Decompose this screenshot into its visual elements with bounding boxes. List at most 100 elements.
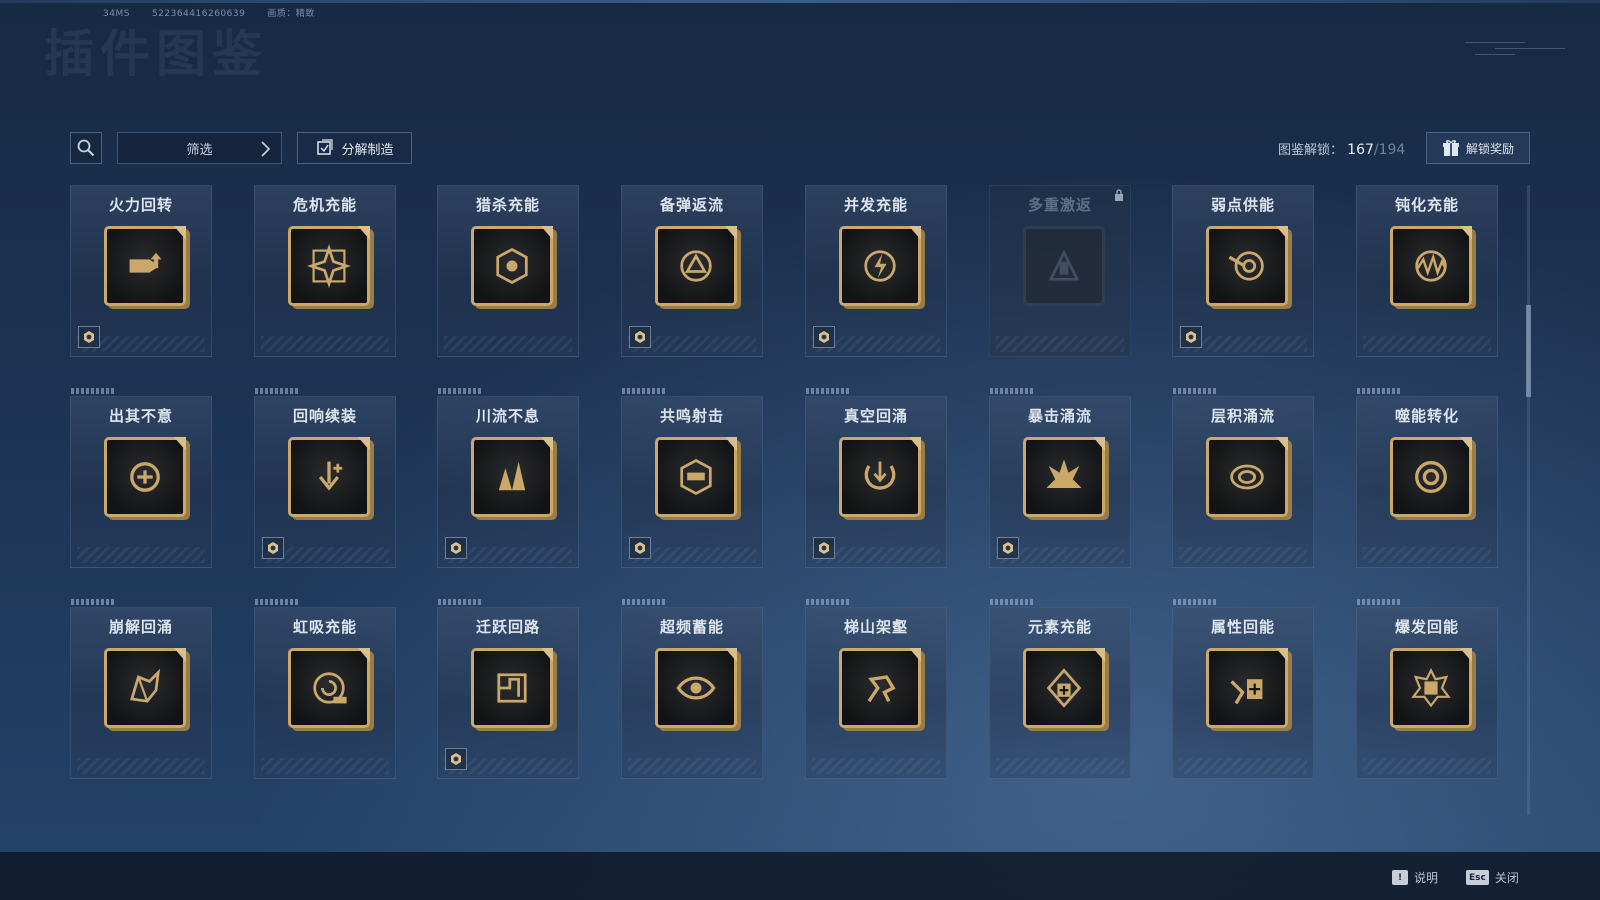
circuit-icon	[497, 673, 527, 703]
rarity-corner	[1460, 437, 1472, 451]
plugin-card[interactable]: 虹吸充能	[254, 599, 396, 779]
equipped-badge	[997, 537, 1019, 559]
help-key: !	[1392, 870, 1408, 885]
search-icon	[77, 139, 95, 157]
swirl-ring-icon	[1415, 461, 1447, 493]
plugin-icon-frame	[655, 226, 737, 306]
page-title: 插件图鉴	[44, 25, 268, 83]
plugin-name: 噬能转化	[1394, 407, 1459, 425]
dismantle-craft-button[interactable]: 分解制造	[297, 132, 412, 164]
plugin-card[interactable]: 钝化充能	[1356, 185, 1498, 357]
unlock-reward-button[interactable]: 解锁奖励	[1426, 132, 1530, 164]
plugin-icon-frame	[1023, 648, 1105, 728]
burst-medkit-icon	[1411, 667, 1451, 708]
plugin-card[interactable]: 弱点供能	[1172, 185, 1314, 357]
plugin-card[interactable]: 川流不息	[437, 388, 579, 568]
close-button[interactable]: Esc 关闭	[1466, 869, 1519, 886]
dismantle-icon	[317, 139, 334, 155]
rarity-corner	[725, 226, 737, 240]
plugin-name: 多重激返	[1027, 196, 1092, 214]
footer-bar	[0, 852, 1600, 900]
plugin-card[interactable]: 迁跃回路	[437, 599, 579, 779]
plugin-card[interactable]: 备弹返流	[621, 185, 763, 357]
bullet-up-icon	[129, 252, 162, 273]
plugin-card[interactable]: 暴击涌流	[989, 388, 1131, 568]
card-tag	[1173, 388, 1217, 394]
plugin-card[interactable]: 梯山架壑	[805, 599, 947, 779]
plugin-icon-frame	[104, 437, 186, 517]
plugin-card[interactable]: 超频蓄能	[621, 599, 763, 779]
plugin-card[interactable]: 元素充能	[989, 599, 1131, 779]
plugin-icon-frame	[471, 437, 553, 517]
plugin-icon-frame	[1206, 437, 1288, 517]
card-tag	[1357, 599, 1401, 605]
rarity-corner	[1460, 648, 1472, 662]
help-label: 说明	[1414, 871, 1439, 885]
plugin-name: 超频蓄能	[659, 618, 724, 636]
rarity-corner	[174, 648, 186, 662]
gear-icon	[451, 753, 461, 765]
card-hatch	[996, 758, 1124, 774]
rarity-corner	[909, 648, 921, 662]
card-hatch	[261, 758, 389, 774]
rarity-corner	[541, 648, 553, 662]
plugin-name: 梯山架壑	[843, 618, 908, 636]
rarity-corner	[1276, 226, 1288, 240]
plugin-card[interactable]: 火力回转	[70, 185, 212, 357]
plugin-icon-frame	[104, 226, 186, 306]
gear-icon	[819, 331, 829, 343]
filter-dropdown[interactable]: 筛选	[117, 132, 282, 164]
equipped-badge	[813, 537, 835, 559]
rarity-corner	[725, 648, 737, 662]
card-tag	[622, 599, 666, 605]
scrollbar-thumb[interactable]	[1526, 305, 1531, 397]
plugin-card[interactable]: 爆发回能	[1356, 599, 1498, 779]
equipped-badge	[262, 537, 284, 559]
plugin-card[interactable]: 并发充能	[805, 185, 947, 357]
top-accent-line	[0, 0, 1600, 3]
gear-icon	[1003, 542, 1013, 554]
vortex-arrows-icon	[864, 461, 896, 490]
plugin-name: 爆发回能	[1394, 618, 1459, 636]
crosshair-bolt-icon	[864, 250, 896, 282]
plugin-name: 元素充能	[1027, 618, 1092, 636]
heart-medkit-icon	[1230, 679, 1263, 705]
rarity-corner	[358, 648, 370, 662]
plugin-icon-frame	[1390, 226, 1472, 306]
plugin-card[interactable]: 属性回能	[1172, 599, 1314, 779]
card-tag	[806, 599, 850, 605]
plugin-card[interactable]: 回响续装	[254, 388, 396, 568]
rarity-corner	[909, 437, 921, 451]
equipped-badge	[445, 748, 467, 770]
plugin-card[interactable]: 危机充能	[254, 185, 396, 357]
plugin-icon-frame	[839, 437, 921, 517]
help-button[interactable]: ! 说明	[1392, 869, 1438, 886]
plugin-card[interactable]: 多重激返	[989, 185, 1131, 357]
plugin-name: 共鸣射击	[659, 407, 724, 425]
plugin-card[interactable]: 猎杀充能	[437, 185, 579, 357]
unlock-total: /194	[1373, 142, 1406, 158]
card-tag	[1173, 599, 1217, 605]
plugin-card[interactable]: 出其不意	[70, 388, 212, 568]
plugin-card[interactable]: 共鸣射击	[621, 388, 763, 568]
plugin-card[interactable]: 真空回涌	[805, 388, 947, 568]
card-tag	[71, 599, 115, 605]
plugin-card[interactable]: 崩解回涌	[70, 599, 212, 779]
scrollbar-track[interactable]	[1527, 185, 1530, 815]
plugin-card[interactable]: 噬能转化	[1356, 388, 1498, 568]
plugin-card[interactable]: 层积涌流	[1172, 388, 1314, 568]
medkit-arrow-icon	[1046, 668, 1082, 708]
dismantle-label: 分解制造	[341, 142, 394, 158]
plugin-icon-frame	[1390, 437, 1472, 517]
search-button[interactable]	[70, 132, 102, 164]
rarity-corner	[909, 226, 921, 240]
plugin-name: 回响续装	[292, 407, 357, 425]
plugin-icon-frame	[471, 648, 553, 728]
eye-swirl-icon	[676, 676, 716, 700]
plugin-icon-frame	[471, 226, 553, 306]
shatter-icon	[130, 668, 161, 703]
card-tag	[990, 388, 1034, 394]
rarity-corner	[358, 226, 370, 240]
card-tag	[990, 599, 1034, 605]
rarity-corner	[1276, 648, 1288, 662]
